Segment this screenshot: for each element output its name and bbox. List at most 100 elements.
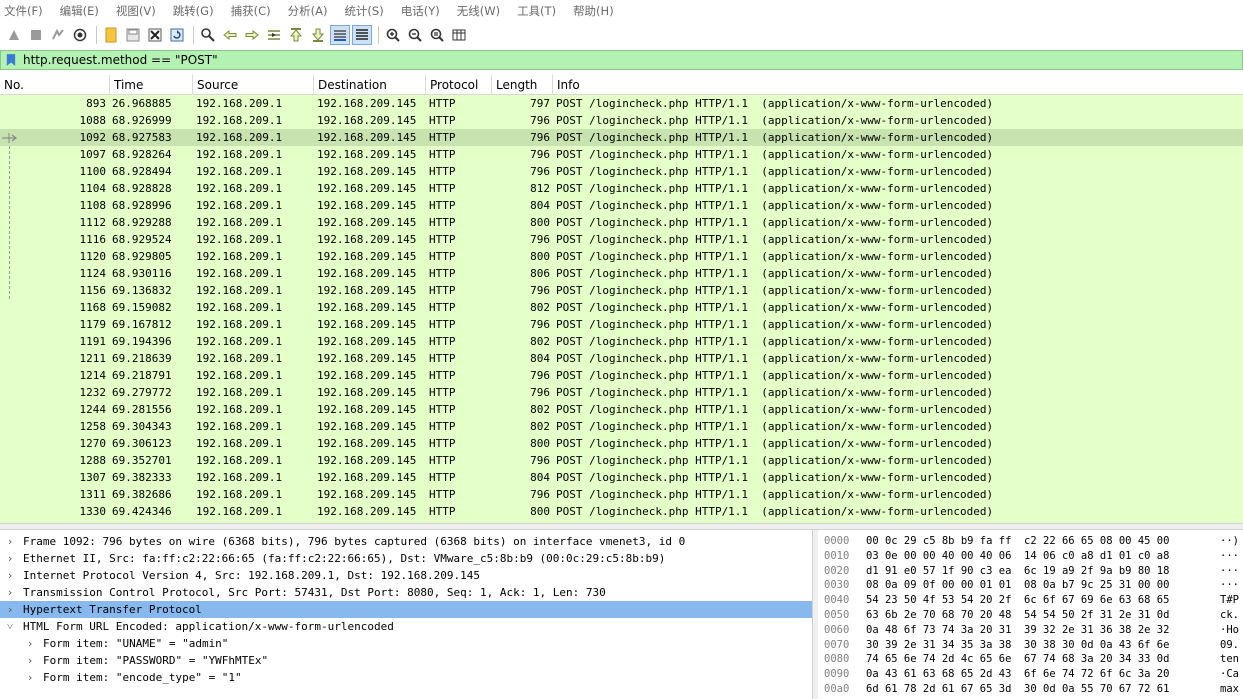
- find-packet-icon[interactable]: [198, 25, 218, 45]
- packet-row[interactable]: 1232 69.279772 192.168.209.1 192.168.209.14…: [0, 384, 1243, 401]
- packet-row[interactable]: 1244 69.281556 192.168.209.1 192.168.209.14…: [0, 401, 1243, 418]
- save-file-icon[interactable]: [123, 25, 143, 45]
- go-back-icon[interactable]: [220, 25, 240, 45]
- pane-splitter[interactable]: [0, 523, 1243, 530]
- menu-item[interactable]: 帮助(H): [573, 3, 614, 19]
- menu-item[interactable]: 电话(Y): [401, 3, 440, 19]
- menu-item[interactable]: 工具(T): [517, 3, 556, 19]
- stop-capture-icon[interactable]: [26, 25, 46, 45]
- packet-row[interactable]: 1112 68.929288 192.168.209.1 192.168.209.14…: [0, 214, 1243, 231]
- packet-row[interactable]: 1258 69.304343 192.168.209.1 192.168.209.14…: [0, 418, 1243, 435]
- menu-item[interactable]: 视图(V): [116, 3, 156, 19]
- packet-row[interactable]: 1288 69.352701 192.168.209.1 192.168.209.14…: [0, 452, 1243, 469]
- packet-details-pane[interactable]: › Frame 1092: 796 bytes on wire (6368 bit…: [0, 530, 813, 699]
- packet-row[interactable]: 1108 68.928996 192.168.209.1 192.168.209.14…: [0, 197, 1243, 214]
- packet-row[interactable]: 1120 68.929805 192.168.209.1 192.168.209.14…: [0, 248, 1243, 265]
- column-header-destination[interactable]: Destination: [314, 75, 426, 95]
- reload-file-icon[interactable]: [167, 25, 187, 45]
- column-header-protocol[interactable]: Protocol: [426, 75, 492, 95]
- collapsed-arrow-icon[interactable]: ›: [4, 533, 16, 550]
- go-last-icon[interactable]: [308, 25, 328, 45]
- column-header-no[interactable]: No.: [0, 75, 110, 95]
- menu-item[interactable]: 文件(F): [4, 3, 43, 19]
- hex-bytes[interactable]: d1 91 e0 57 1f 90 c3 ea 6c 19 a9 2f 9a b…: [866, 564, 1169, 578]
- hex-ascii[interactable]: ten: [1220, 652, 1243, 666]
- open-file-icon[interactable]: [101, 25, 121, 45]
- packet-row[interactable]: 1168 69.159082 192.168.209.1 192.168.209.14…: [0, 299, 1243, 316]
- packet-row[interactable]: 1116 68.929524 192.168.209.1 192.168.209.14…: [0, 231, 1243, 248]
- hex-ascii[interactable]: ···: [1220, 549, 1243, 563]
- collapsed-arrow-icon[interactable]: ›: [24, 652, 36, 669]
- hex-bytes[interactable]: 63 6b 2e 70 68 70 20 48 54 54 50 2f 31 2…: [866, 608, 1169, 622]
- collapsed-arrow-icon[interactable]: ›: [4, 584, 16, 601]
- packet-row[interactable]: 1124 68.930116 192.168.209.1 192.168.209.14…: [0, 265, 1243, 282]
- hex-bytes[interactable]: 08 0a 09 0f 00 00 01 01 08 0a b7 9c 25 3…: [866, 578, 1169, 592]
- filter-bookmark-icon[interactable]: [4, 52, 18, 68]
- menu-item[interactable]: 跳转(G): [173, 3, 214, 19]
- packet-row-selected[interactable]: 1092 68.927583 192.168.209.1 192.168.209.14…: [0, 129, 1243, 146]
- hex-ascii[interactable]: ck.: [1220, 608, 1243, 622]
- resize-columns-icon[interactable]: [449, 25, 469, 45]
- detail-tree-item[interactable]: › Form item: "UNAME" = "admin": [0, 635, 812, 652]
- menu-item[interactable]: 捕获(C): [231, 3, 271, 19]
- menu-item[interactable]: 无线(W): [457, 3, 500, 19]
- colorize-icon[interactable]: [352, 24, 372, 45]
- hex-ascii[interactable]: T#P: [1220, 593, 1243, 607]
- hex-bytes[interactable]: 0a 43 61 63 68 65 2d 43 6f 6e 74 72 6f 6…: [866, 667, 1169, 681]
- hex-ascii[interactable]: ·Ho: [1220, 623, 1243, 637]
- packet-row[interactable]: 1097 68.928264 192.168.209.1 192.168.209.14…: [0, 146, 1243, 163]
- packet-row[interactable]: 1179 69.167812 192.168.209.1 192.168.209.14…: [0, 316, 1243, 333]
- detail-tree-item[interactable]: › Frame 1092: 796 bytes on wire (6368 bit…: [0, 533, 812, 550]
- packet-row[interactable]: 1214 69.218791 192.168.209.1 192.168.209.14…: [0, 367, 1243, 384]
- menu-item[interactable]: 分析(A): [288, 3, 328, 19]
- close-file-icon[interactable]: [145, 25, 165, 45]
- packet-row[interactable]: 1311 69.382686 192.168.209.1 192.168.209.14…: [0, 486, 1243, 503]
- collapsed-arrow-icon[interactable]: ›: [4, 550, 16, 567]
- capture-options-icon[interactable]: [70, 25, 90, 45]
- auto-scroll-icon[interactable]: [330, 24, 350, 45]
- hex-ascii[interactable]: ···: [1220, 578, 1243, 592]
- packet-row[interactable]: 1156 69.136832 192.168.209.1 192.168.209.14…: [0, 282, 1243, 299]
- detail-tree-item[interactable]: › Hypertext Transfer Protocol: [0, 601, 812, 618]
- zoom-out-icon[interactable]: [405, 25, 425, 45]
- zoom-normal-icon[interactable]: [427, 25, 447, 45]
- hex-bytes[interactable]: 00 0c 29 c5 8b b9 fa ff c2 22 66 65 08 0…: [866, 534, 1169, 548]
- display-filter-input[interactable]: [23, 51, 1223, 69]
- packet-row[interactable]: 1088 68.926999 192.168.209.1 192.168.209.14…: [0, 112, 1243, 129]
- go-first-icon[interactable]: [286, 25, 306, 45]
- column-header-time[interactable]: Time: [110, 75, 193, 95]
- hex-bytes[interactable]: 03 0e 00 00 40 00 40 06 14 06 c0 a8 d1 0…: [866, 549, 1169, 563]
- hex-bytes[interactable]: 30 39 2e 31 34 35 3a 38 30 38 30 0d 0a 4…: [866, 638, 1169, 652]
- packet-list[interactable]: 893 26.968885 192.168.209.1 192.168.209.145…: [0, 95, 1243, 523]
- detail-tree-item[interactable]: › Internet Protocol Version 4, Src: 192.1…: [0, 567, 812, 584]
- collapsed-arrow-icon[interactable]: ›: [24, 635, 36, 652]
- packet-row[interactable]: 1270 69.306123 192.168.209.1 192.168.209.14…: [0, 435, 1243, 452]
- column-header-length[interactable]: Length: [492, 75, 553, 95]
- packet-row[interactable]: 1330 69.424346 192.168.209.1 192.168.209.14…: [0, 503, 1243, 520]
- packet-row[interactable]: 1211 69.218639 192.168.209.1 192.168.209.14…: [0, 350, 1243, 367]
- collapsed-arrow-icon[interactable]: ›: [4, 601, 16, 618]
- packet-row[interactable]: 893 26.968885 192.168.209.1 192.168.209.145…: [0, 95, 1243, 112]
- hex-ascii[interactable]: ·Ca: [1220, 667, 1243, 681]
- hex-ascii[interactable]: max: [1220, 682, 1243, 696]
- detail-tree-item[interactable]: › Ethernet II, Src: fa:ff:c2:22:66:65 (fa…: [0, 550, 812, 567]
- collapsed-arrow-icon[interactable]: ›: [24, 669, 36, 686]
- hex-bytes[interactable]: 6d 61 78 2d 61 67 65 3d 30 0d 0a 55 70 6…: [866, 682, 1169, 696]
- go-forward-icon[interactable]: [242, 25, 262, 45]
- menu-item[interactable]: 编辑(E): [60, 3, 99, 19]
- packet-row[interactable]: 1104 68.928828 192.168.209.1 192.168.209.14…: [0, 180, 1243, 197]
- hex-bytes[interactable]: 74 65 6e 74 2d 4c 65 6e 67 74 68 3a 20 3…: [866, 652, 1169, 666]
- collapsed-arrow-icon[interactable]: ›: [4, 567, 16, 584]
- column-header-info[interactable]: Info: [553, 75, 1243, 95]
- detail-tree-item[interactable]: › Transmission Control Protocol, Src Port…: [0, 584, 812, 601]
- hex-ascii[interactable]: 09.: [1220, 638, 1243, 652]
- go-to-packet-icon[interactable]: [264, 25, 284, 45]
- detail-tree-item[interactable]: ˅ HTML Form URL Encoded: application/x-ww…: [0, 618, 812, 635]
- packet-row[interactable]: 1191 69.194396 192.168.209.1 192.168.209.14…: [0, 333, 1243, 350]
- expanded-arrow-icon[interactable]: ˅: [4, 618, 16, 635]
- detail-tree-item[interactable]: › Form item: "PASSWORD" = "YWFhMTEx": [0, 652, 812, 669]
- restart-capture-icon[interactable]: [48, 25, 68, 45]
- packet-bytes-pane[interactable]: 0000 00 0c 29 c5 8b b9 fa ff c2 22 66 65 …: [818, 530, 1243, 699]
- detail-tree-item[interactable]: › Form item: "encode_type" = "1": [0, 669, 812, 686]
- packet-row[interactable]: 1307 69.382333 192.168.209.1 192.168.209.14…: [0, 469, 1243, 486]
